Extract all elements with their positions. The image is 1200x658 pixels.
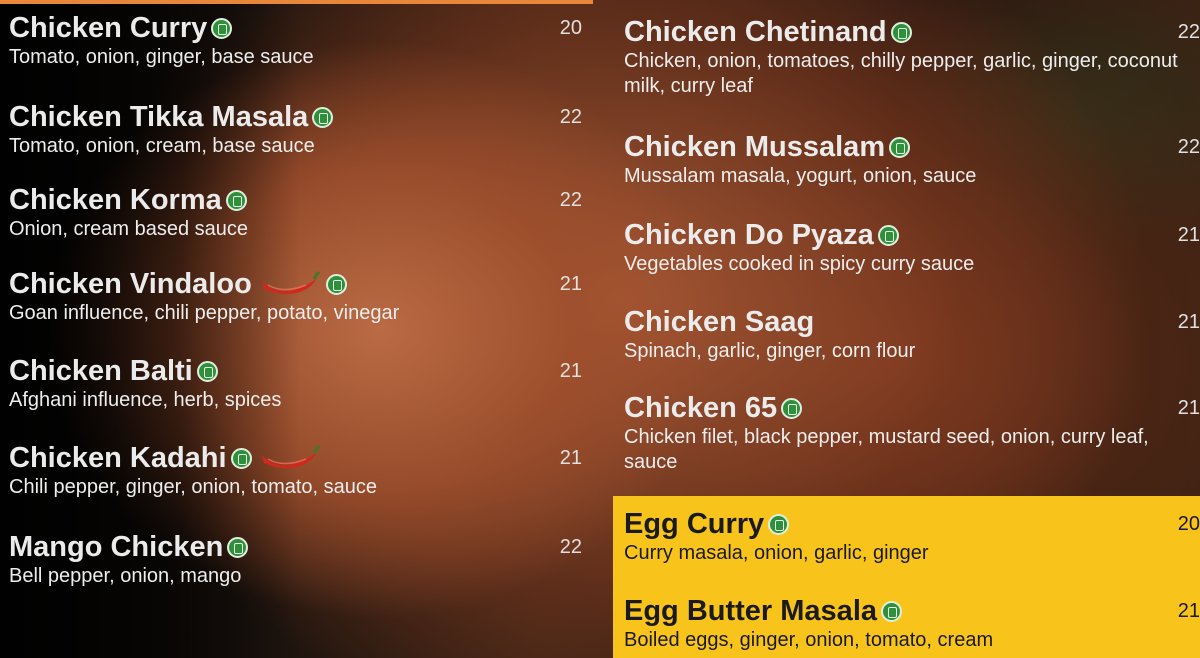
dish-price: 22 [1177, 21, 1200, 43]
dish-description: Bell pepper, onion, mango [9, 565, 242, 587]
gluten-free-icon [225, 190, 247, 211]
dish-price: 22 [559, 189, 582, 211]
gluten-free-icon [890, 22, 912, 43]
dish-name: Chicken Vindaloo [9, 268, 252, 300]
dish-description: Chicken filet, black pepper, mustard see… [624, 426, 1149, 473]
dish-name: Egg Butter Masala [624, 595, 877, 627]
menu-item: Chicken Curry 20 Tomato, onion, ginger, b… [9, 11, 582, 70]
menu-item: Chicken Vindaloo 21 Goan influence, chili… [9, 267, 582, 326]
gluten-free-icon [227, 537, 249, 558]
dish-name: Chicken Saag [624, 306, 815, 338]
gluten-free-icon [881, 601, 902, 622]
dish-description: Tomato, onion, ginger, base sauce [9, 46, 314, 68]
dish-price: 21 [559, 447, 582, 469]
menu-item: Mango Chicken 22 Bell pepper, onion, mang… [9, 530, 582, 589]
gluten-free-icon [325, 274, 347, 295]
gluten-free-icon [781, 398, 803, 419]
gluten-free-icon [196, 361, 218, 382]
accent-bar [0, 0, 593, 4]
gluten-free-icon [768, 514, 790, 535]
gluten-free-icon [230, 448, 252, 469]
menu-item: Egg Butter Masala 21 Boiled eggs, ginger,… [624, 594, 1200, 653]
dish-description: Vegetables cooked in spicy curry sauce [624, 253, 975, 275]
dish-price: 21 [1177, 311, 1200, 333]
dish-description: Curry masala, onion, garlic, ginger [624, 542, 929, 564]
menu-item: Chicken Saag 21 Spinach, garlic, ginger, … [624, 305, 1200, 364]
dish-price: 21 [1177, 600, 1200, 622]
dish-name: Chicken 65 [624, 392, 778, 424]
dish-name: Chicken Mussalam [624, 131, 886, 163]
dish-description: Onion, cream based sauce [9, 218, 249, 240]
dish-description: Chili pepper, ginger, onion, tomato, sau… [9, 476, 378, 498]
dish-price: 21 [559, 273, 582, 295]
menu-item: Egg Curry 20 Curry masala, onion, garlic,… [624, 507, 1200, 566]
dish-price: 22 [559, 106, 582, 128]
dish-name: Chicken Chetinand [624, 16, 887, 48]
dish-price: 22 [1177, 136, 1200, 158]
dish-description: Tomato, onion, cream, base sauce [9, 135, 315, 157]
gluten-free-icon [211, 18, 233, 39]
dish-name: Chicken Tikka Masala [9, 101, 309, 133]
menu-item: Chicken Balti 21 Afghani influence, herb,… [9, 354, 582, 413]
dish-description: Chicken, onion, tomatoes, chilly pepper,… [624, 50, 1178, 97]
menu-item: Chicken Do Pyaza 21 Vegetables cooked in … [624, 218, 1200, 277]
menu-item: Chicken Kadahi 21 Chili pepper, ginger, o… [9, 441, 582, 500]
dish-name: Mango Chicken [9, 531, 224, 563]
dish-name: Egg Curry [624, 508, 765, 540]
dish-price: 20 [1177, 513, 1200, 535]
gluten-free-icon [312, 107, 334, 128]
dish-name: Chicken Curry [9, 12, 208, 44]
gluten-free-icon [889, 137, 911, 158]
menu-item: Chicken Mussalam 22 Mussalam masala, yogu… [624, 130, 1200, 189]
chili-pepper-icon [261, 270, 320, 295]
menu-item: Chicken Chetinand 22 Chicken, onion, toma… [624, 15, 1200, 99]
dish-name: Chicken Balti [9, 355, 193, 387]
dish-name: Chicken Kadahi [9, 442, 227, 474]
dish-price: 20 [559, 17, 582, 39]
dish-description: Spinach, garlic, ginger, corn flour [624, 340, 916, 362]
dish-description: Mussalam masala, yogurt, onion, sauce [624, 165, 977, 187]
menu-item: Chicken Korma 22 Onion, cream based sauce [9, 183, 582, 242]
chili-pepper-icon [261, 444, 320, 469]
dish-price: 21 [1177, 224, 1200, 246]
dish-price: 21 [1177, 397, 1200, 419]
menu-item: Chicken 65 21 Chicken filet, black pepper… [624, 391, 1200, 475]
dish-description: Afghani influence, herb, spices [9, 389, 282, 411]
dish-description: Boiled eggs, ginger, onion, tomato, crea… [624, 629, 994, 651]
dish-name: Chicken Korma [9, 184, 222, 216]
dish-description: Goan influence, chili pepper, potato, vi… [9, 302, 400, 324]
dish-price: 21 [559, 360, 582, 382]
dish-price: 22 [559, 536, 582, 558]
dish-name: Chicken Do Pyaza [624, 219, 874, 251]
menu-item: Chicken Tikka Masala 22 Tomato, onion, cr… [9, 100, 582, 159]
gluten-free-icon [877, 225, 899, 246]
